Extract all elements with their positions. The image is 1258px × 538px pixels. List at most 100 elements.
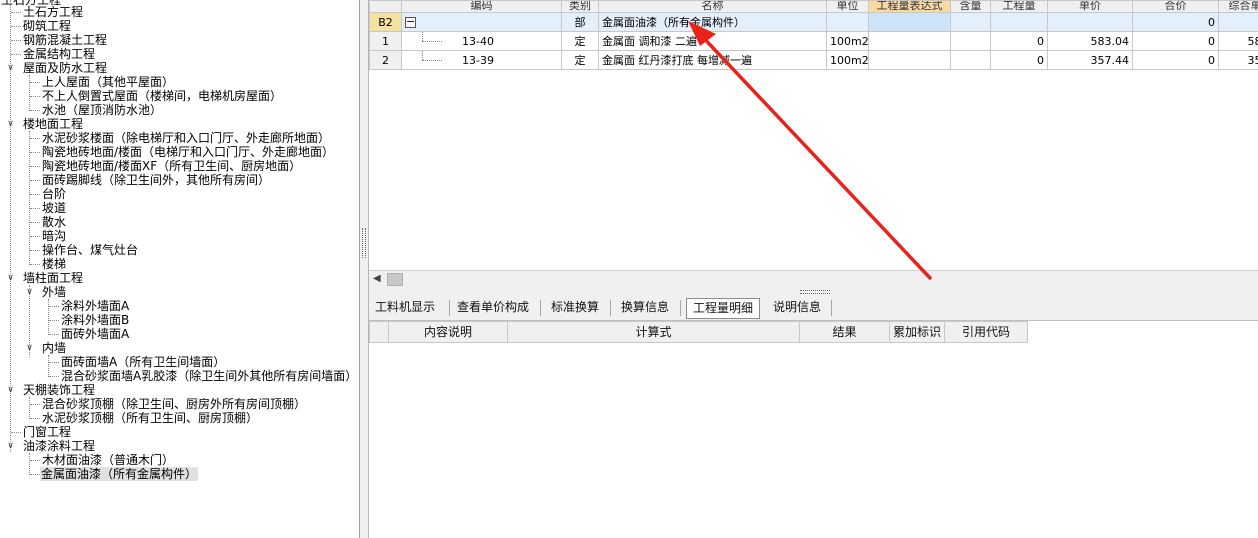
tree-item[interactable]: 钢筋混凝土工程 xyxy=(22,33,108,47)
tree-item[interactable]: 面砖踢脚线（除卫生间外，其他所有房间） xyxy=(41,173,271,187)
collapse-icon[interactable]: − xyxy=(405,16,416,28)
row-number[interactable]: 1 xyxy=(369,31,402,51)
tree-item[interactable]: 门窗工程 xyxy=(22,425,72,439)
scroll-left-icon[interactable]: ◀ xyxy=(373,273,381,284)
chevron-down-icon[interactable]: ∨ xyxy=(25,341,34,355)
table-row[interactable]: 1 13-40 定 金属面 调和漆 二遍 100m2 0 583.04 0 58… xyxy=(369,31,1258,51)
code-cell[interactable]: 13-39 xyxy=(401,50,562,70)
code-cell[interactable]: − xyxy=(401,12,562,32)
vertical-splitter[interactable] xyxy=(360,0,369,538)
content-cell[interactable] xyxy=(950,12,991,32)
chevron-down-icon[interactable]: ∨ xyxy=(6,383,15,397)
total-cell[interactable]: 0 xyxy=(1132,50,1219,70)
tree-item[interactable]: 混合砂浆顶棚（除卫生间、厨房外所有房间顶棚） xyxy=(41,397,307,411)
tab-conversion-info[interactable]: 换算信息 xyxy=(615,298,675,319)
tab-description-info[interactable]: 说明信息 xyxy=(767,298,827,319)
tree-item[interactable]: 操作台、煤气灶台 xyxy=(41,243,139,257)
col-header-composite-price[interactable]: 综合单价 xyxy=(1218,0,1258,13)
row-number[interactable]: B2 xyxy=(369,12,402,32)
type-cell[interactable]: 定 xyxy=(561,31,599,51)
tree-item[interactable]: 屋面及防水工程 xyxy=(22,61,108,75)
tree-item[interactable]: 暗沟 xyxy=(41,229,67,243)
tree-item[interactable]: 楼梯 xyxy=(41,257,67,271)
col-header-reference-code[interactable]: 引用代码 xyxy=(945,321,1028,343)
col-header-type[interactable]: 类别 xyxy=(561,0,599,13)
table-row[interactable]: 2 13-39 定 金属面 红丹漆打底 每增减一遍 100m2 0 357.44… xyxy=(369,50,1258,70)
code-cell[interactable]: 13-40 xyxy=(401,31,562,51)
tab-quantity-detail[interactable]: 工程量明细 xyxy=(686,298,761,319)
type-cell[interactable]: 部 xyxy=(561,12,599,32)
tree-item[interactable]: 天棚装饰工程 xyxy=(22,383,96,397)
price-cell[interactable]: 583.04 xyxy=(1047,31,1133,51)
row-number[interactable]: 2 xyxy=(369,50,402,70)
chevron-down-icon[interactable]: ∨ xyxy=(25,285,34,299)
chevron-down-icon[interactable]: ∨ xyxy=(6,61,15,75)
composite-cell[interactable]: 583.0 xyxy=(1218,31,1258,51)
col-header-unit[interactable]: 单位 xyxy=(826,0,869,13)
tree-item[interactable]: 墙柱面工程 xyxy=(22,271,84,285)
quantity-cell[interactable]: 0 xyxy=(990,50,1048,70)
tab-standard-conversion[interactable]: 标准换算 xyxy=(545,298,605,319)
content-cell[interactable] xyxy=(950,50,991,70)
tree-item[interactable]: 内墙 xyxy=(41,341,67,355)
col-header-total[interactable]: 合价 xyxy=(1132,0,1219,13)
tab-material-machine[interactable]: 工料机显示 xyxy=(369,298,441,319)
tree-item[interactable]: 混合砂浆面墙A乳胶漆（除卫生间外其他所有房间墙面） xyxy=(60,369,358,383)
chevron-down-icon[interactable]: ∨ xyxy=(6,271,15,285)
tree-item[interactable]: 木材面油漆（普通木门） xyxy=(41,453,175,467)
name-cell[interactable]: 金属面油漆（所有金属构件） xyxy=(598,12,827,32)
tree-item[interactable]: 水池（屋顶消防水池） xyxy=(41,103,163,117)
composite-cell[interactable]: 357.4 xyxy=(1218,50,1258,70)
tree-item[interactable]: 土石方工程 xyxy=(22,5,84,19)
tree-item[interactable]: 涂料外墙面B xyxy=(60,313,130,327)
chevron-down-icon[interactable]: ∨ xyxy=(6,117,15,131)
content-cell[interactable] xyxy=(950,31,991,51)
tree-item[interactable]: 陶瓷地砖地面/楼面XF（所有卫生间、厨房地面） xyxy=(41,159,302,173)
tree-item[interactable]: 面砖外墙面A xyxy=(60,327,130,341)
tree-item[interactable]: 散水 xyxy=(41,215,67,229)
chevron-down-icon[interactable]: ∨ xyxy=(6,439,15,453)
tree-item[interactable]: 不上人倒置式屋面（楼梯间，电梯机房屋面） xyxy=(41,89,283,103)
tree-item[interactable]: 金属结构工程 xyxy=(22,47,96,61)
name-cell[interactable]: 金属面 红丹漆打底 每增减一遍 xyxy=(598,50,827,70)
expression-cell[interactable] xyxy=(868,31,951,51)
horizontal-splitter[interactable] xyxy=(369,287,1258,296)
tree-item[interactable]: 上人屋面（其他平屋面） xyxy=(41,75,175,89)
tree-item[interactable]: 油漆涂料工程 xyxy=(22,439,96,453)
col-header-formula[interactable]: 计算式 xyxy=(508,321,800,343)
tree-item[interactable]: 坡道 xyxy=(41,201,67,215)
tree-item[interactable]: 陶瓷地砖地面/楼面（电梯厅和入口门厅、外走廊地面） xyxy=(41,145,335,159)
col-header-content[interactable]: 含量 xyxy=(950,0,991,13)
tree-item[interactable]: 涂料外墙面A xyxy=(60,299,130,313)
tree-item[interactable]: 面砖面墙A（所有卫生间墙面） xyxy=(60,355,226,369)
tree-item[interactable]: 台阶 xyxy=(41,187,67,201)
tree-item[interactable]: 砌筑工程 xyxy=(22,19,72,33)
col-header-name[interactable]: 名称 xyxy=(598,0,827,13)
tree-item[interactable]: 楼地面工程 xyxy=(22,117,84,131)
tree-item-selected[interactable]: 金属面油漆（所有金属构件） xyxy=(40,467,199,481)
col-header-quantity[interactable]: 工程量 xyxy=(990,0,1048,13)
horizontal-scrollbar[interactable]: ◀ xyxy=(369,270,1258,287)
table-row[interactable]: B2 − 部 金属面油漆（所有金属构件） 0 xyxy=(369,12,1258,32)
quantity-cell[interactable]: 0 xyxy=(990,31,1048,51)
tree-item[interactable]: 水泥砂浆顶棚（所有卫生间、厨房顶棚） xyxy=(41,411,259,425)
col-header-result[interactable]: 结果 xyxy=(800,321,890,343)
expression-cell[interactable] xyxy=(868,50,951,70)
total-cell[interactable]: 0 xyxy=(1132,12,1219,32)
tab-unit-price-composition[interactable]: 查看单价构成 xyxy=(451,298,535,319)
unit-cell[interactable]: 100m2 xyxy=(826,31,869,51)
unit-cell[interactable]: 100m2 xyxy=(826,50,869,70)
total-cell[interactable]: 0 xyxy=(1132,31,1219,51)
col-header-quantity-expression[interactable]: 工程量表达式 xyxy=(868,0,951,13)
scrollbar-thumb[interactable] xyxy=(387,273,403,286)
col-header-unit-price[interactable]: 单价 xyxy=(1047,0,1133,13)
unit-cell[interactable] xyxy=(826,12,869,32)
col-header-content-desc[interactable]: 内容说明 xyxy=(389,321,508,343)
price-cell[interactable] xyxy=(1047,12,1133,32)
tree-item[interactable]: 水泥砂浆楼面（除电梯厅和入口门厅、外走廊所地面） xyxy=(41,131,331,145)
type-cell[interactable]: 定 xyxy=(561,50,599,70)
quantity-cell[interactable] xyxy=(990,12,1048,32)
col-header-accumulate-flag[interactable]: 累加标识 xyxy=(890,321,945,343)
expression-cell[interactable] xyxy=(868,12,951,32)
name-cell[interactable]: 金属面 调和漆 二遍 xyxy=(598,31,827,51)
